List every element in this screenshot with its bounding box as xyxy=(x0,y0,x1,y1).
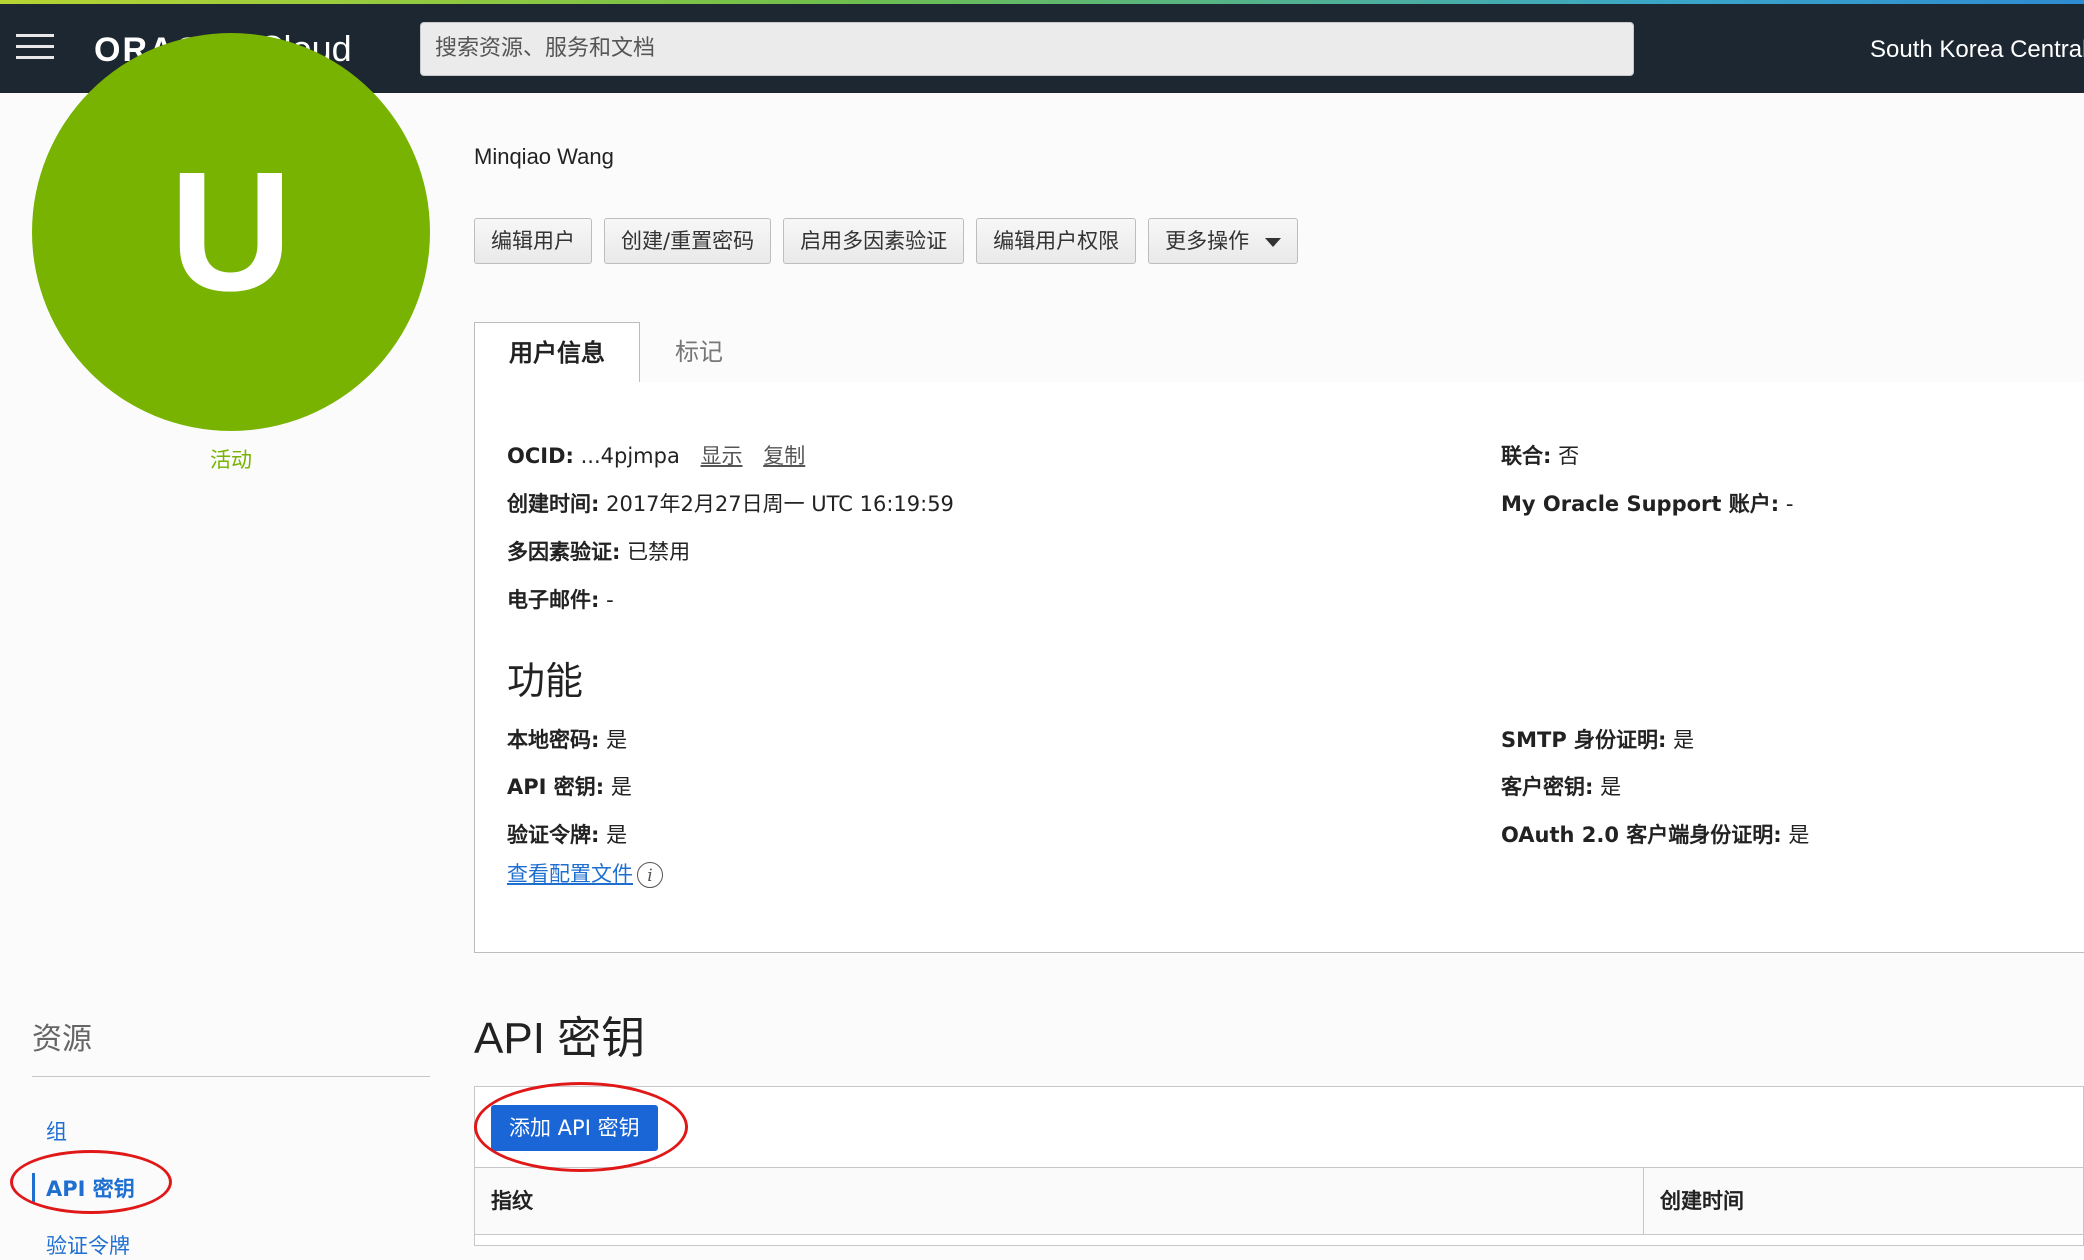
local-password-value: 是 xyxy=(606,728,628,752)
oauth-row: OAuth 2.0 客户端身份证明: 是 xyxy=(1501,819,1809,849)
edit-capabilities-button[interactable]: 编辑用户权限 xyxy=(976,218,1137,264)
view-config-file-link[interactable]: 查看配置文件 i xyxy=(507,858,663,888)
api-keys-capability-row: API 密钥: 是 xyxy=(507,771,632,801)
smtp-row: SMTP 身份证明: 是 xyxy=(1501,724,1694,754)
user-info-panel: OCID: ...4pjmpa 显示 复制 创建时间: 2017年2月27日周一… xyxy=(474,382,2084,953)
local-password-row: 本地密码: 是 xyxy=(507,724,627,754)
edit-user-button[interactable]: 编辑用户 xyxy=(474,218,592,264)
tab-user-info[interactable]: 用户信息 xyxy=(474,322,640,383)
mos-account-row: My Oracle Support 账户: - xyxy=(1501,488,1793,518)
sidebar-item-auth-tokens[interactable]: 验证令牌 xyxy=(46,1230,130,1260)
user-status: 活动 xyxy=(210,448,252,472)
created-label: 创建时间: xyxy=(507,492,600,516)
oauth-label: OAuth 2.0 客户端身份证明: xyxy=(1501,823,1782,847)
api-keys-heading: API 密钥 xyxy=(474,1014,646,1063)
api-keys-capability-label: API 密钥: xyxy=(507,775,605,799)
reset-password-button[interactable]: 创建/重置密码 xyxy=(604,218,772,264)
mfa-label: 多因素验证: xyxy=(507,540,621,564)
info-icon[interactable]: i xyxy=(637,862,663,888)
mfa-value: 已禁用 xyxy=(627,540,691,564)
smtp-label: SMTP 身份证明: xyxy=(1501,728,1667,752)
federated-row: 联合: 否 xyxy=(1501,440,1579,470)
tab-tags[interactable]: 标记 xyxy=(640,322,758,382)
column-header-created[interactable]: 创建时间 xyxy=(1643,1168,1744,1234)
caret-down-icon xyxy=(1265,237,1282,247)
customer-secret-label: 客户密钥: xyxy=(1501,775,1594,799)
mfa-row: 多因素验证: 已禁用 xyxy=(507,536,690,566)
auth-tokens-row: 验证令牌: 是 xyxy=(507,819,627,849)
created-value: 2017年2月27日周一 UTC 16:19:59 xyxy=(606,492,954,516)
customer-secret-row: 客户密钥: 是 xyxy=(1501,771,1621,801)
sidebar-item-groups[interactable]: 组 xyxy=(46,1116,67,1146)
api-keys-panel: 添加 API 密钥 指纹 创建时间 xyxy=(474,1086,2084,1246)
ocid-label: OCID: xyxy=(507,444,574,468)
search-input[interactable]: 搜索资源、服务和文档 xyxy=(420,22,1634,76)
user-avatar: U xyxy=(32,33,430,431)
resources-heading: 资源 xyxy=(32,1022,92,1057)
more-actions-label: 更多操作 xyxy=(1165,229,1250,253)
mos-account-value: - xyxy=(1785,492,1794,516)
show-ocid-link[interactable]: 显示 xyxy=(701,444,743,468)
resources-divider xyxy=(32,1076,430,1077)
action-button-row: 编辑用户 创建/重置密码 启用多因素验证 编辑用户权限 更多操作 xyxy=(474,218,1299,264)
ocid-row: OCID: ...4pjmpa 显示 复制 xyxy=(507,440,805,470)
sidebar-item-api-keys[interactable]: API 密钥 xyxy=(32,1173,135,1203)
auth-tokens-label: 验证令牌: xyxy=(507,823,600,847)
federated-value: 否 xyxy=(1558,444,1580,468)
copy-ocid-link[interactable]: 复制 xyxy=(763,444,805,468)
more-actions-button[interactable]: 更多操作 xyxy=(1148,218,1299,264)
email-label: 电子邮件: xyxy=(507,588,600,612)
created-row: 创建时间: 2017年2月27日周一 UTC 16:19:59 xyxy=(507,488,954,518)
add-api-key-button[interactable]: 添加 API 密钥 xyxy=(491,1105,658,1151)
local-password-label: 本地密码: xyxy=(507,728,600,752)
oauth-value: 是 xyxy=(1788,823,1810,847)
api-keys-capability-value: 是 xyxy=(610,775,632,799)
api-keys-table-header: 指纹 创建时间 xyxy=(475,1167,2083,1235)
auth-tokens-value: 是 xyxy=(606,823,628,847)
email-value: - xyxy=(606,588,614,612)
mos-account-label: My Oracle Support 账户: xyxy=(1501,492,1780,516)
smtp-value: 是 xyxy=(1673,728,1695,752)
federated-label: 联合: xyxy=(1501,444,1552,468)
features-heading: 功能 xyxy=(507,659,584,703)
region-selector[interactable]: South Korea Central (Seoul) xyxy=(1870,26,2084,74)
avatar-letter: U xyxy=(169,137,293,327)
ocid-value: ...4pjmpa xyxy=(580,444,680,468)
enable-mfa-button[interactable]: 启用多因素验证 xyxy=(783,218,965,264)
column-header-fingerprint[interactable]: 指纹 xyxy=(475,1168,533,1234)
view-config-file-label: 查看配置文件 xyxy=(507,862,633,886)
detail-tabs: 用户信息 标记 xyxy=(474,322,2084,383)
email-row: 电子邮件: - xyxy=(507,584,614,614)
customer-secret-value: 是 xyxy=(1600,775,1622,799)
user-name: Minqiao Wang xyxy=(474,144,614,169)
